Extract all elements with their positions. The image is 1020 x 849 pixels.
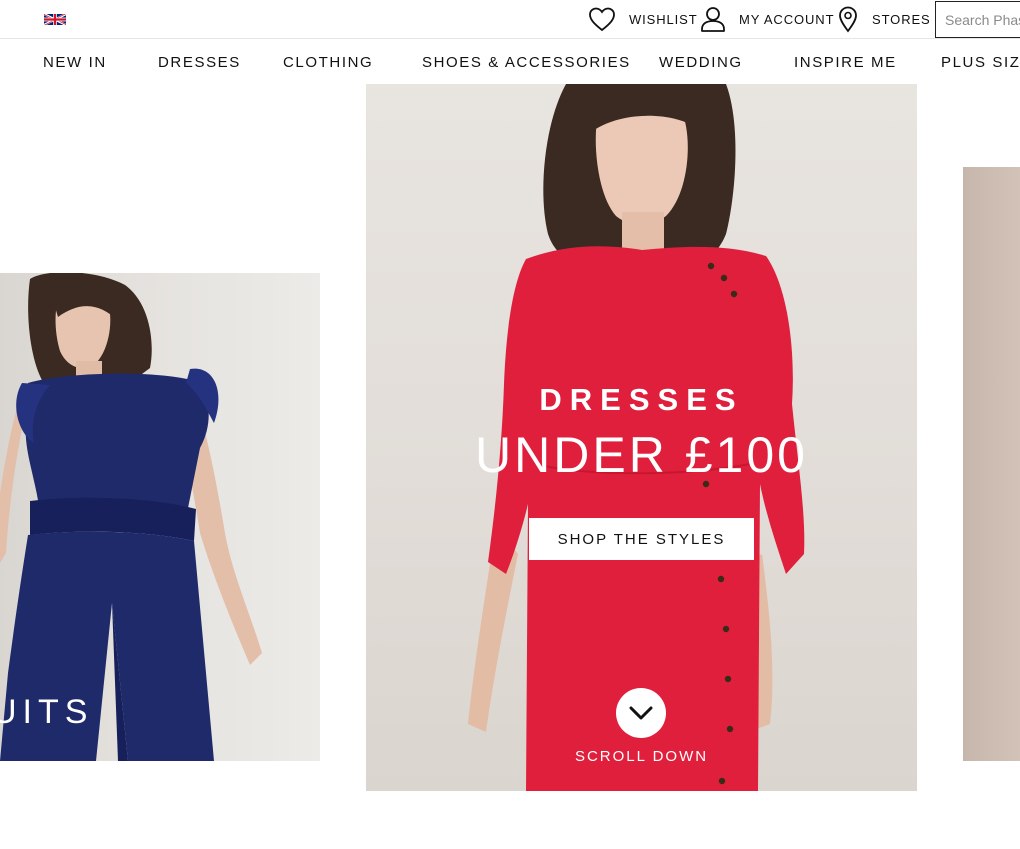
top-utility-bar: WISHLIST MY ACCOUNT STORES [0, 0, 1020, 39]
scroll-down-label[interactable]: SCROLL DOWN [366, 748, 917, 765]
my-account-link[interactable]: MY ACCOUNT [739, 12, 834, 28]
carousel-slide-left[interactable]: UITS [0, 273, 320, 761]
nav-item-wedding[interactable]: WEDDING [659, 54, 743, 71]
heart-icon[interactable] [588, 6, 616, 32]
main-navigation: NEW IN DRESSES CLOTHING SHOES & ACCESSOR… [0, 40, 1020, 84]
jumpsuit-model-image [0, 273, 262, 761]
nav-item-shoes-accessories[interactable]: SHOES & ACCESSORIES [422, 54, 631, 71]
uk-flag-icon[interactable] [44, 13, 66, 26]
stores-link[interactable]: STORES [872, 12, 931, 28]
scroll-down-button[interactable] [616, 688, 666, 738]
carousel-slide-right[interactable] [963, 167, 1020, 761]
wishlist-link[interactable]: WISHLIST [629, 12, 698, 28]
nav-item-new-in[interactable]: NEW IN [43, 54, 107, 71]
carousel-slide-center: DRESSES UNDER £100 SHOP THE STYLES SCROL… [366, 84, 917, 791]
search-input[interactable] [935, 1, 1020, 38]
nav-item-clothing[interactable]: CLOTHING [283, 54, 373, 71]
nav-item-dresses[interactable]: DRESSES [158, 54, 241, 71]
nav-item-inspire-me[interactable]: INSPIRE ME [794, 54, 897, 71]
user-icon[interactable] [700, 6, 726, 33]
location-pin-icon[interactable] [838, 6, 858, 33]
nav-item-plus-size[interactable]: PLUS SIZE [941, 54, 1020, 71]
slide-caption: UITS [0, 693, 94, 731]
hero-title: UNDER £100 [475, 427, 808, 483]
chevron-down-icon [629, 706, 653, 720]
shop-the-styles-button[interactable]: SHOP THE STYLES [529, 518, 754, 560]
hero-kicker: DRESSES [539, 382, 744, 417]
